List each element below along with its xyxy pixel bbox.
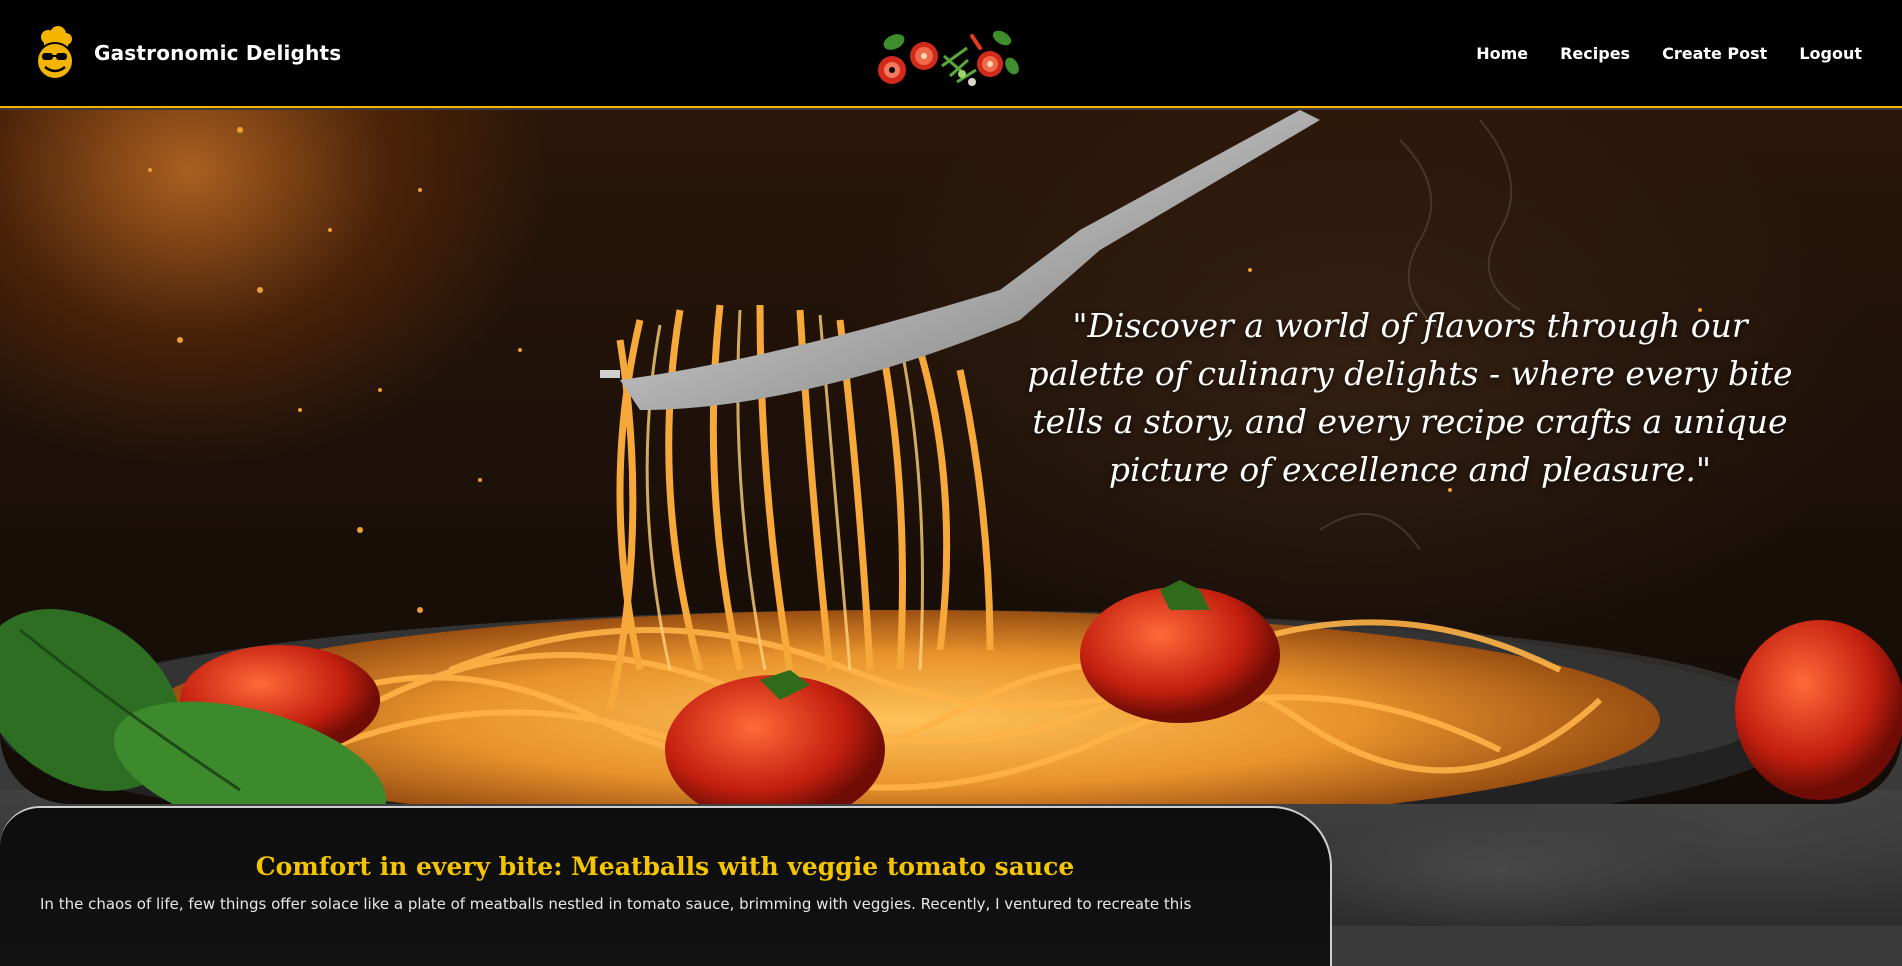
brand[interactable]: Gastronomic Delights — [30, 25, 341, 81]
navbar: Gastronomic Delights Home Recipes Create… — [0, 0, 1902, 108]
nav-home-link[interactable]: Home — [1476, 44, 1528, 63]
nav-links: Home Recipes Create Post Logout — [1476, 44, 1862, 63]
chef-logo-icon — [30, 25, 80, 81]
post-title[interactable]: Comfort in every bite: Meatballs with ve… — [40, 852, 1290, 881]
nav-logout-link[interactable]: Logout — [1799, 44, 1862, 63]
hero-banner: "Discover a world of flavors through our… — [0, 110, 1902, 804]
veggie-logo-icon — [872, 26, 1030, 96]
brand-name: Gastronomic Delights — [94, 41, 342, 65]
post-card[interactable]: Comfort in every bite: Meatballs with ve… — [0, 806, 1332, 966]
hero-quote: "Discover a world of flavors through our… — [1027, 306, 1793, 489]
post-excerpt: In the chaos of life, few things offer s… — [40, 895, 1192, 913]
nav-recipes-link[interactable]: Recipes — [1560, 44, 1630, 63]
nav-create-post-link[interactable]: Create Post — [1662, 44, 1767, 63]
